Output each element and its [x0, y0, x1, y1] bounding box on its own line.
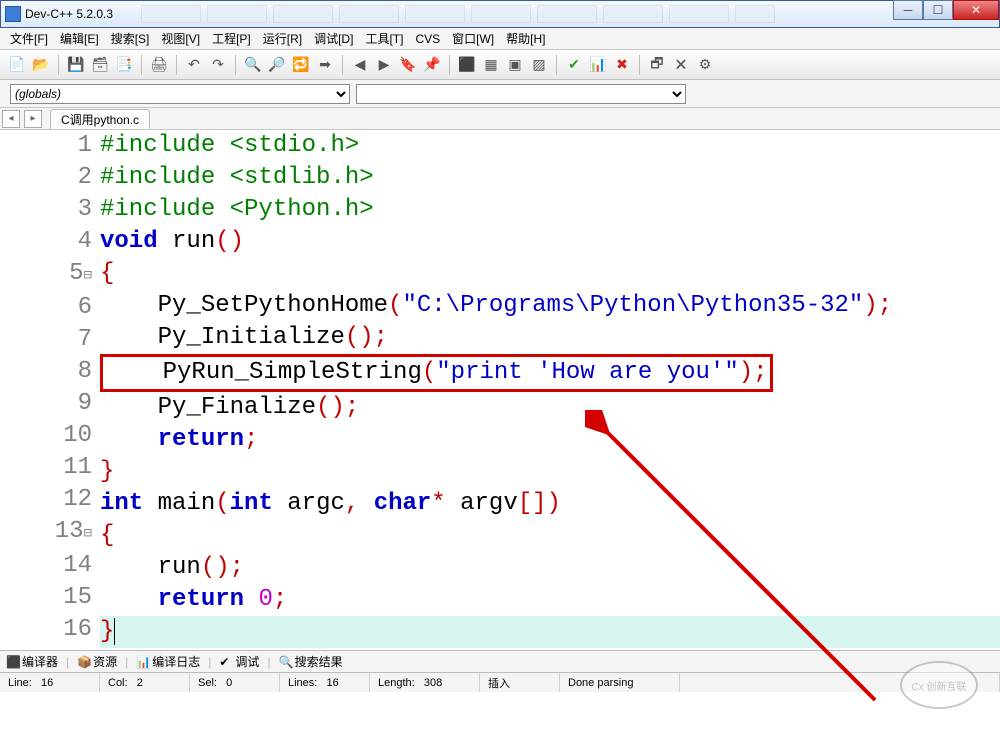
background-tabs	[141, 5, 775, 23]
menu-item[interactable]: 运行[R]	[257, 28, 308, 49]
save-all-button[interactable]: 🗃	[89, 54, 111, 76]
menu-item[interactable]: 编辑[E]	[54, 28, 105, 49]
menu-item[interactable]: 工具[T]	[359, 28, 409, 49]
menu-item[interactable]: 窗口[W]	[446, 28, 500, 49]
menu-item[interactable]: 工程[P]	[206, 28, 257, 49]
replace-button[interactable]: 🔎	[266, 54, 288, 76]
back-button[interactable]: ◀	[349, 54, 371, 76]
profile-button[interactable]: 📊	[587, 54, 609, 76]
compile-run-button[interactable]: ▣	[504, 54, 526, 76]
output-tab[interactable]: 📦资源	[77, 653, 117, 670]
compile-button[interactable]: ⬛	[456, 54, 478, 76]
menu-item[interactable]: 搜索[S]	[105, 28, 156, 49]
menu-item[interactable]: 帮助[H]	[500, 28, 551, 49]
tab-next-button[interactable]: ▸	[24, 110, 42, 128]
close-window-button[interactable]: 🗙	[670, 54, 692, 76]
output-tab[interactable]: 📊编译日志	[136, 653, 200, 670]
file-tabstrip: ◂ ▸ C调用python.c	[0, 108, 1000, 130]
debug-button[interactable]: ✔	[563, 54, 585, 76]
find-next-button[interactable]: 🔁	[290, 54, 312, 76]
scope-dropdown[interactable]: (globals)	[10, 84, 350, 104]
toolbar: 📄 📂 💾 🗃 📑 🖨 ↶ ↷ 🔍 🔎 🔁 ➡ ◀ ▶ 🔖 📌 ⬛ ▦ ▣ ▨ …	[0, 50, 1000, 80]
menu-item[interactable]: 调试[D]	[308, 28, 359, 49]
options-button[interactable]: ⚙	[694, 54, 716, 76]
output-tab[interactable]: 🔍搜索结果	[279, 653, 343, 670]
rebuild-button[interactable]: ▨	[528, 54, 550, 76]
app-icon	[5, 6, 21, 22]
save-as-button[interactable]: 📑	[113, 54, 135, 76]
bookmark-button[interactable]: 🔖	[397, 54, 419, 76]
tab-prev-button[interactable]: ◂	[2, 110, 20, 128]
new-window-button[interactable]: 🗗	[646, 54, 668, 76]
watermark: Cx 创新互联	[900, 661, 978, 709]
maximize-button[interactable]: ☐	[923, 0, 953, 20]
print-button[interactable]: 🖨	[148, 54, 170, 76]
menubar: 文件[F]编辑[E]搜索[S]视图[V]工程[P]运行[R]调试[D]工具[T]…	[0, 28, 1000, 50]
goto-button[interactable]: ➡	[314, 54, 336, 76]
run-button[interactable]: ▦	[480, 54, 502, 76]
new-file-button[interactable]: 📄	[6, 54, 28, 76]
open-file-button[interactable]: 📂	[30, 54, 52, 76]
menu-item[interactable]: CVS	[409, 30, 446, 48]
symbol-dropdown[interactable]	[356, 84, 686, 104]
output-tab[interactable]: ⬛编译器	[6, 653, 58, 670]
output-tab[interactable]: ✔调试	[219, 653, 259, 670]
find-button[interactable]: 🔍	[242, 54, 264, 76]
close-button[interactable]: ✕	[953, 0, 999, 20]
stop-button[interactable]: ✖	[611, 54, 633, 76]
forward-button[interactable]: ▶	[373, 54, 395, 76]
bookmark2-button[interactable]: 📌	[421, 54, 443, 76]
titlebar: Dev-C++ 5.2.0.3 ─ ☐ ✕	[0, 0, 1000, 28]
output-tabs: ⬛编译器|📦资源|📊编译日志|✔调试|🔍搜索结果	[0, 650, 1000, 672]
line-gutter: 12345⊟678910111213⊟141516	[0, 130, 100, 650]
navigation-dropdowns: (globals)	[0, 80, 1000, 108]
code-editor[interactable]: 12345⊟678910111213⊟141516 #include <stdi…	[0, 130, 1000, 650]
save-button[interactable]: 💾	[65, 54, 87, 76]
redo-button[interactable]: ↷	[207, 54, 229, 76]
minimize-button[interactable]: ─	[893, 0, 923, 20]
code-body[interactable]: #include <stdio.h>#include <stdlib.h>#in…	[100, 130, 1000, 650]
menu-item[interactable]: 文件[F]	[4, 28, 54, 49]
menu-item[interactable]: 视图[V]	[155, 28, 206, 49]
statusbar: Line: 16 Col: 2 Sel: 0 Lines: 16 Length:…	[0, 672, 1000, 692]
window-title: Dev-C++ 5.2.0.3	[25, 7, 113, 21]
undo-button[interactable]: ↶	[183, 54, 205, 76]
file-tab[interactable]: C调用python.c	[50, 109, 150, 129]
